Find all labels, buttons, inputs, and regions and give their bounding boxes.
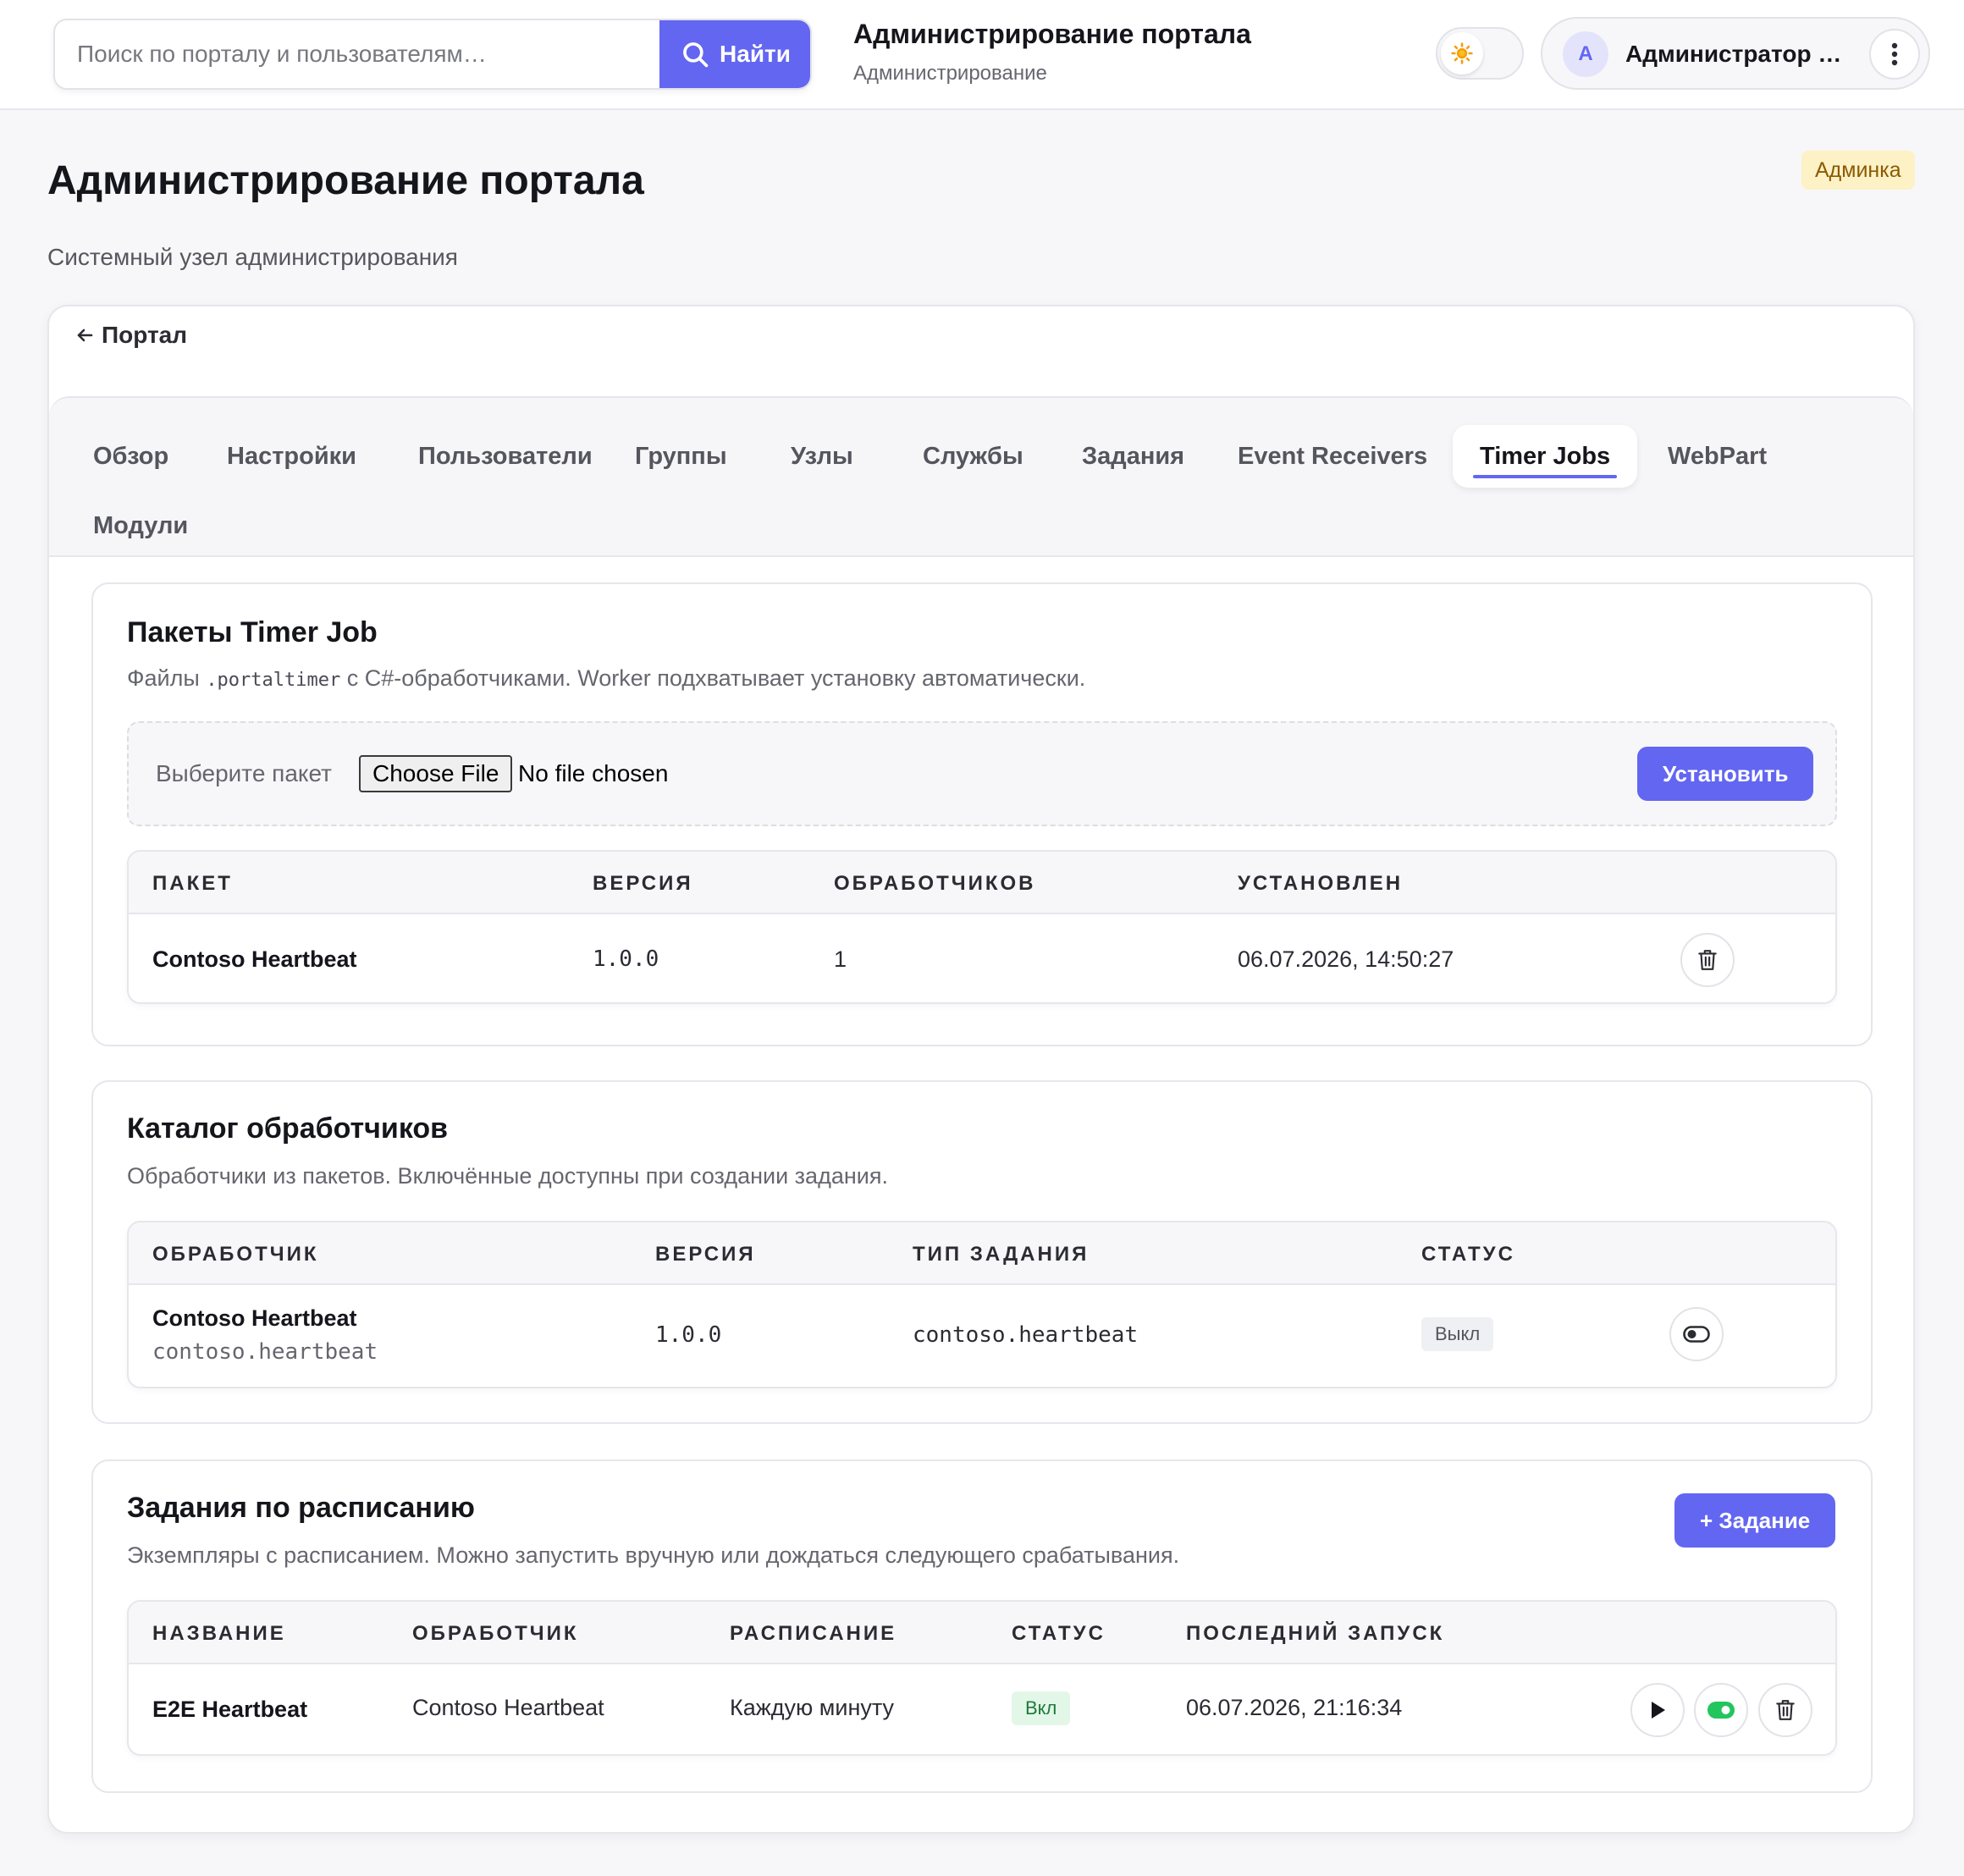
delete-package-button[interactable] <box>1680 933 1735 987</box>
tab-timer-jobs[interactable]: Timer Jobs <box>1453 425 1638 488</box>
packages-desc-suffix: с C#-обработчиками. Worker подхватывает … <box>346 665 1086 691</box>
toggle-off-icon <box>1683 1326 1710 1343</box>
job-schedule: Каждую минуту <box>730 1695 895 1720</box>
trash-icon <box>1776 1700 1795 1720</box>
column-header: ТИП ЗАДАНИЯ <box>913 1243 1090 1266</box>
toggle-job-button[interactable] <box>1694 1683 1748 1737</box>
column-header: ОБРАБОТЧИК <box>152 1243 319 1266</box>
upload-zone: Выберите пакет Choose File No file chose… <box>127 721 1837 826</box>
more-button[interactable] <box>1869 29 1920 80</box>
arrow-left-icon <box>77 328 93 342</box>
status-badge: Вкл <box>1012 1691 1071 1725</box>
tab-jobs[interactable]: Задания <box>1055 425 1211 488</box>
catalog-section: Каталог обработчиков Обработчики из паке… <box>91 1080 1873 1424</box>
job-handler: Contoso Heartbeat <box>412 1695 604 1720</box>
column-header: НАЗВАНИЕ <box>152 1622 286 1645</box>
tab-settings[interactable]: Настройки <box>200 425 383 488</box>
more-vertical-icon <box>1891 42 1898 66</box>
column-header: ОБРАБОТЧИКОВ <box>834 872 1036 895</box>
top-bar: Найти Администрирование портала Админист… <box>0 0 1964 110</box>
page-subtitle: Системный узел администрирования <box>47 244 458 270</box>
tab-modules[interactable]: Модули <box>66 494 215 557</box>
user-name: Администратор портала <box>1625 41 1842 67</box>
jobs-title: Задания по расписанию <box>127 1492 475 1524</box>
app-subtitle: Администрирование <box>853 62 1047 85</box>
search-box: Найти <box>53 19 812 90</box>
catalog-title: Каталог обработчиков <box>127 1112 449 1145</box>
page-title: Администрирование портала <box>47 158 644 203</box>
search-button-label: Найти <box>720 41 791 67</box>
jobs-description: Экземпляры с расписанием. Можно запустит… <box>127 1542 1180 1568</box>
column-header: СТАТУС <box>1421 1243 1515 1266</box>
play-icon <box>1652 1702 1665 1719</box>
packages-table: ПАКЕТ ВЕРСИЯ ОБРАБОТЧИКОВ УСТАНОВЛЕН Con… <box>127 850 1837 1004</box>
toggle-on-icon <box>1707 1702 1735 1719</box>
column-header: УСТАНОВЛЕН <box>1238 872 1404 895</box>
back-link-label: Портал <box>102 322 188 348</box>
delete-job-button[interactable] <box>1758 1683 1812 1737</box>
tab-users[interactable]: Пользователи <box>391 425 620 488</box>
column-header: ПОСЛЕДНИЙ ЗАПУСК <box>1186 1622 1445 1645</box>
packages-description: Файлы .portaltimer с C#-обработчиками. W… <box>127 665 1085 692</box>
search-input[interactable] <box>55 20 659 88</box>
table-header: НАЗВАНИЕ ОБРАБОТЧИК РАСПИСАНИЕ СТАТУС ПО… <box>129 1602 1835 1664</box>
column-header: ВЕРСИЯ <box>655 1243 756 1266</box>
tab-nodes[interactable]: Узлы <box>764 425 880 488</box>
package-name: Contoso Heartbeat <box>152 946 357 972</box>
active-tab-indicator <box>1473 475 1618 478</box>
tab-event-receivers[interactable]: Event Receivers <box>1211 425 1454 488</box>
run-job-button[interactable] <box>1630 1683 1685 1737</box>
tab-webpart[interactable]: WebPart <box>1641 425 1794 488</box>
admin-badge: Админка <box>1801 151 1915 190</box>
theme-knob <box>1441 32 1483 74</box>
user-menu[interactable]: A Администратор портала <box>1541 17 1930 90</box>
column-header: РАСПИСАНИЕ <box>730 1622 897 1645</box>
packages-desc-code: .portaltimer <box>206 670 341 691</box>
file-status: No file chosen <box>518 760 669 786</box>
job-name: E2E Heartbeat <box>152 1697 308 1722</box>
toggle-handler-button[interactable] <box>1669 1307 1724 1361</box>
tab-overview[interactable]: Обзор <box>66 425 196 488</box>
app-title-block: Администрирование портала Администрирова… <box>853 19 1251 86</box>
tab-groups[interactable]: Группы <box>608 425 754 488</box>
search-button[interactable]: Найти <box>659 20 810 88</box>
packages-title: Пакеты Timer Job <box>127 616 378 648</box>
sun-icon <box>1451 42 1473 64</box>
jobs-section: Задания по расписанию Экземпляры с распи… <box>91 1459 1873 1793</box>
main-card: Портал Обзор Настройки Пользователи Груп… <box>47 305 1915 1834</box>
column-header: ВЕРСИЯ <box>593 872 693 895</box>
app-title: Администрирование портала <box>853 19 1251 49</box>
tab-bar: Обзор Настройки Пользователи Группы Узлы… <box>49 396 1913 557</box>
handler-id: contoso.heartbeat <box>152 1339 378 1365</box>
column-header: ПАКЕТ <box>152 872 233 895</box>
avatar: A <box>1563 31 1608 77</box>
package-installed: 06.07.2026, 14:50:27 <box>1238 946 1454 972</box>
install-button[interactable]: Установить <box>1637 747 1814 801</box>
handler-name: Contoso Heartbeat <box>152 1305 357 1331</box>
back-link[interactable]: Портал <box>74 322 187 349</box>
tab-services[interactable]: Службы <box>896 425 1051 488</box>
job-last-run: 06.07.2026, 21:16:34 <box>1186 1695 1403 1720</box>
jobs-table: НАЗВАНИЕ ОБРАБОТЧИК РАСПИСАНИЕ СТАТУС ПО… <box>127 1600 1837 1756</box>
package-handlers: 1 <box>834 946 847 972</box>
column-header: СТАТУС <box>1012 1622 1106 1645</box>
status-badge: Выкл <box>1421 1317 1494 1351</box>
column-header: ОБРАБОТЧИК <box>412 1622 579 1645</box>
trash-icon <box>1698 950 1717 970</box>
add-job-button[interactable]: + Задание <box>1674 1493 1836 1548</box>
handler-job-type: contoso.heartbeat <box>913 1322 1139 1348</box>
table-header: ОБРАБОТЧИК ВЕРСИЯ ТИП ЗАДАНИЯ СТАТУС <box>129 1222 1835 1285</box>
tab-timer-jobs-label: Timer Jobs <box>1480 442 1611 470</box>
package-version: 1.0.0 <box>593 946 659 972</box>
upload-label: Выберите пакет <box>156 760 332 786</box>
choose-file-button[interactable]: Choose File <box>359 755 513 792</box>
theme-toggle[interactable] <box>1436 27 1524 80</box>
table-header: ПАКЕТ ВЕРСИЯ ОБРАБОТЧИКОВ УСТАНОВЛЕН <box>129 852 1835 914</box>
catalog-description: Обработчики из пакетов. Включённые досту… <box>127 1163 888 1189</box>
search-icon <box>683 42 709 68</box>
packages-section: Пакеты Timer Job Файлы .portaltimer с C#… <box>91 582 1873 1046</box>
handler-version: 1.0.0 <box>655 1322 722 1348</box>
packages-desc-prefix: Файлы <box>127 665 200 691</box>
catalog-table: ОБРАБОТЧИК ВЕРСИЯ ТИП ЗАДАНИЯ СТАТУС Con… <box>127 1221 1837 1388</box>
